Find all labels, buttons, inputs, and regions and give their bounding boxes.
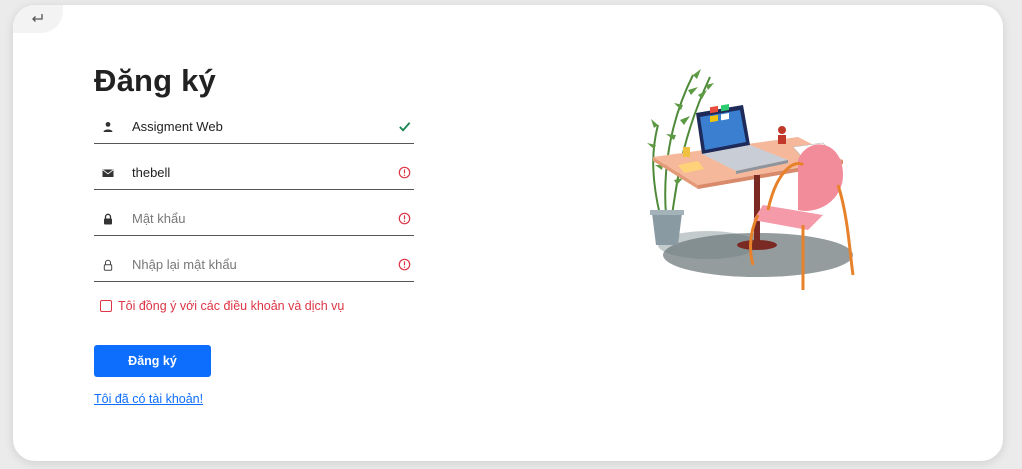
user-icon bbox=[94, 121, 122, 133]
signup-card: Đăng ký Assigment Web thebell Tôi đồng ý… bbox=[13, 5, 1003, 461]
desk-illustration bbox=[647, 69, 855, 290]
terms-label[interactable]: Tôi đồng ý với các điều khoản và dịch vụ bbox=[118, 299, 344, 313]
return-arrow-icon bbox=[32, 14, 43, 22]
confirm-password-field bbox=[94, 248, 414, 282]
email-field bbox=[94, 156, 414, 190]
error-icon bbox=[394, 166, 414, 179]
confirm-password-input[interactable] bbox=[122, 248, 394, 281]
terms-checkbox[interactable] bbox=[100, 300, 112, 312]
page-title: Đăng ký bbox=[94, 63, 216, 98]
error-icon bbox=[394, 212, 414, 225]
terms-row: Tôi đồng ý với các điều khoản và dịch vụ bbox=[100, 299, 344, 313]
back-button[interactable] bbox=[13, 5, 63, 33]
check-icon bbox=[394, 120, 414, 133]
error-icon bbox=[394, 258, 414, 271]
lock-open-icon bbox=[94, 259, 122, 271]
username-field bbox=[94, 110, 414, 144]
signup-button[interactable]: Đăng ký bbox=[94, 345, 211, 377]
username-input[interactable] bbox=[122, 110, 394, 143]
lock-icon bbox=[94, 213, 122, 225]
password-input[interactable] bbox=[122, 202, 394, 235]
envelope-icon bbox=[94, 167, 122, 179]
login-link[interactable]: Tôi đã có tài khoản! bbox=[94, 392, 203, 406]
email-input[interactable] bbox=[122, 156, 394, 189]
password-field bbox=[94, 202, 414, 236]
